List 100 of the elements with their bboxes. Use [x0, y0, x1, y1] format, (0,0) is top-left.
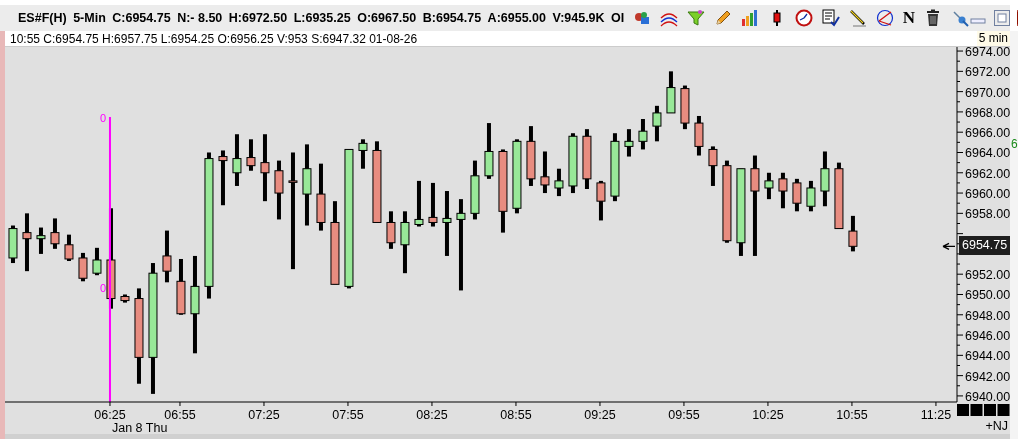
quote-field: A:6955.00: [487, 11, 546, 25]
pencil-icon[interactable]: [713, 9, 732, 27]
quote-field: 5-Min: [73, 11, 106, 25]
candlestick: [78, 252, 88, 282]
time-label: 06:25: [94, 408, 126, 422]
candlestick: [50, 218, 60, 249]
price-label: 6948.00: [965, 308, 1010, 323]
quote-field: B:6954.75: [422, 11, 482, 25]
candlestick: [666, 71, 676, 114]
candlestick: [92, 247, 102, 276]
candlestick: [834, 162, 844, 230]
candlestick: [218, 150, 228, 206]
candlestick: [848, 215, 858, 252]
corner-label: +NJ: [985, 419, 1008, 433]
interval-label: 5 min: [976, 31, 1010, 46]
price-label: 6944.00: [965, 349, 1010, 364]
candlestick: [778, 172, 788, 209]
candlestick: [708, 146, 718, 186]
time-label: 09:25: [584, 408, 616, 422]
text-tool-button[interactable]: N: [902, 9, 916, 27]
candlestick: [22, 213, 32, 272]
clock-icon[interactable]: [794, 9, 813, 27]
quote-field: ES#F(H): [18, 11, 67, 25]
price-pointer-icon: [942, 242, 956, 250]
line-tool-icon[interactable]: [848, 9, 867, 27]
candlestick: [260, 134, 270, 202]
candlestick: [820, 151, 830, 207]
date-label: Jan 8 Thu: [112, 421, 168, 434]
price-label: 6974.00: [965, 47, 1010, 60]
candlestick: [484, 123, 494, 179]
candlestick: [806, 180, 816, 212]
price-label: 6952.00: [965, 268, 1010, 283]
pin-icon[interactable]: [951, 9, 970, 27]
candlestick: [64, 234, 74, 261]
quote-field: O:6967.50: [357, 11, 417, 25]
maximize-button[interactable]: [993, 9, 1012, 27]
candlestick: [638, 119, 648, 150]
marker-label: 0: [100, 112, 107, 124]
price-label: 6964.00: [965, 146, 1010, 161]
funnel-icon[interactable]: [686, 9, 705, 27]
price-label: 6950.00: [965, 288, 1010, 303]
price-label: 6958.00: [965, 207, 1010, 222]
candlestick: [316, 163, 326, 231]
side-label: 6: [1011, 137, 1018, 151]
bar-chart-icon[interactable]: [740, 9, 759, 27]
time-label: 07:25: [248, 408, 280, 422]
candlestick: [120, 294, 130, 303]
last-price-tag: 6954.75: [959, 236, 1010, 256]
candlestick: [582, 129, 592, 189]
time-label: 11:25: [920, 408, 952, 422]
quote-field: OI: [611, 11, 625, 25]
checklist-icon[interactable]: [821, 9, 840, 27]
candlestick: [470, 160, 480, 220]
candlestick: [764, 172, 774, 200]
price-label: 6960.00: [965, 187, 1010, 202]
quote-field: V:945.9K: [552, 11, 605, 25]
time-label: 07:55: [332, 408, 364, 422]
bar-info-text: 10:55 C:6954.75 H:6957.75 L:6954.25 O:6956.25 V:953 S:6947.32 01-08-26: [9, 31, 418, 46]
price-label: 6968.00: [965, 105, 1010, 120]
candlestick: [596, 180, 606, 221]
candlestick: [162, 230, 172, 283]
time-label: 10:25: [752, 408, 784, 422]
candlestick: [568, 133, 578, 194]
candlestick: [540, 151, 550, 194]
candlestick: [792, 178, 802, 212]
quote-field: L:6935.25: [293, 11, 351, 25]
time-label: 10:55: [836, 408, 868, 422]
candlestick: [232, 134, 242, 186]
candlestick: [624, 129, 634, 157]
quote-field: N:- 8.50: [177, 11, 223, 25]
candlestick: [386, 211, 396, 249]
time-label: 08:55: [500, 408, 532, 422]
quote-field: H:6972.50: [228, 11, 288, 25]
candlestick: [358, 139, 368, 169]
candlestick: [8, 225, 18, 264]
candlestick: [680, 85, 690, 130]
candlestick: [274, 160, 284, 220]
scroll-block-button[interactable]: [997, 404, 1010, 416]
candlestick: [554, 168, 564, 197]
price-label: 6946.00: [965, 329, 1010, 344]
angle-icon[interactable]: [875, 9, 894, 27]
scroll-block-button[interactable]: [970, 404, 983, 416]
candlestick: [400, 211, 410, 274]
price-label: 6962.00: [965, 166, 1010, 181]
shapes-icon[interactable]: [632, 9, 651, 27]
candlestick: [526, 126, 536, 186]
time-label: 06:55: [164, 408, 196, 422]
candlestick: [652, 105, 662, 142]
candlestick: [246, 139, 256, 171]
candlestick: [36, 227, 46, 254]
candlestick: [694, 115, 704, 156]
quote-field: C:6954.75: [112, 11, 171, 25]
marker-label: 0: [100, 282, 107, 294]
candlestick: [176, 259, 186, 315]
candlestick: [414, 180, 424, 227]
price-label: 6940.00: [965, 389, 1010, 404]
candlestick: [442, 191, 452, 256]
candlestick: [610, 133, 620, 202]
price-label: 6972.00: [965, 65, 1010, 80]
time-label: 08:25: [416, 408, 448, 422]
